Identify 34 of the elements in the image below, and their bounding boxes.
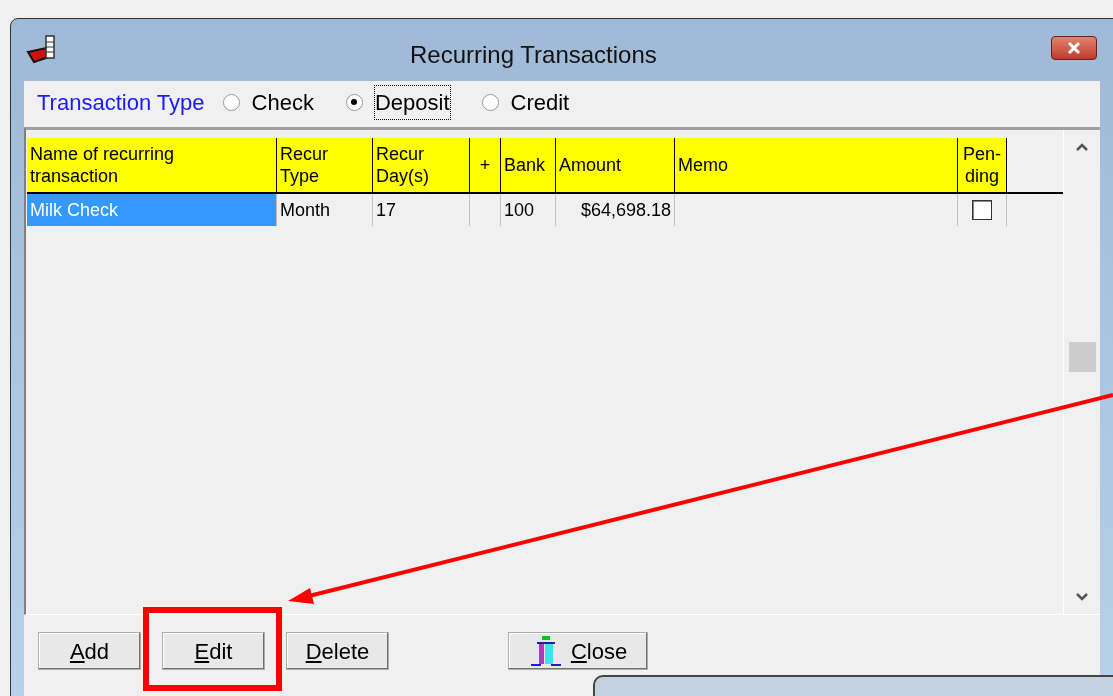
close-button[interactable]: Close [508, 632, 648, 670]
radio-button[interactable] [222, 93, 240, 111]
window-title: Recurring Transactions [410, 40, 657, 70]
table-cell: Milk Check [27, 194, 277, 226]
radio-button[interactable] [481, 93, 499, 111]
table-cell: 17 [373, 194, 470, 226]
pending-checkbox[interactable] [972, 200, 992, 220]
scroll-down-icon[interactable] [1075, 592, 1089, 602]
radio-option[interactable]: Credit [481, 85, 570, 119]
column-header: Recur Type [277, 138, 373, 192]
scroll-up-icon[interactable] [1075, 142, 1089, 152]
table-cell: 100 [501, 194, 556, 226]
table-cell: Month [277, 194, 373, 226]
column-header: Memo [675, 138, 958, 192]
column-header: Name of recurring transaction [27, 138, 277, 192]
table-cell: $64,698.18 [556, 194, 675, 226]
column-header: Amount [556, 138, 675, 192]
column-header: Recur Day(s) [373, 138, 470, 192]
action-button[interactable]: Delete [286, 632, 389, 670]
radio-option[interactable]: Check [222, 85, 314, 119]
action-button[interactable]: Edit [162, 632, 265, 670]
column-header: Pen-ding [958, 138, 1007, 192]
scroll-thumb[interactable] [1068, 342, 1096, 372]
transaction-type-label: Transaction Type [37, 88, 205, 117]
close-window-button[interactable] [1051, 36, 1097, 60]
column-header: Bank [501, 138, 556, 192]
column-header: + [470, 138, 501, 192]
close-icon [1067, 42, 1081, 54]
ledger-icon [26, 34, 58, 66]
table-row[interactable]: Milk Check Month 17 100 $64,698.18 [27, 194, 1063, 226]
radio-option[interactable]: Deposit [345, 85, 450, 119]
radio-button[interactable] [345, 93, 363, 111]
door-icon [528, 634, 563, 668]
action-button[interactable]: Add [38, 632, 141, 670]
